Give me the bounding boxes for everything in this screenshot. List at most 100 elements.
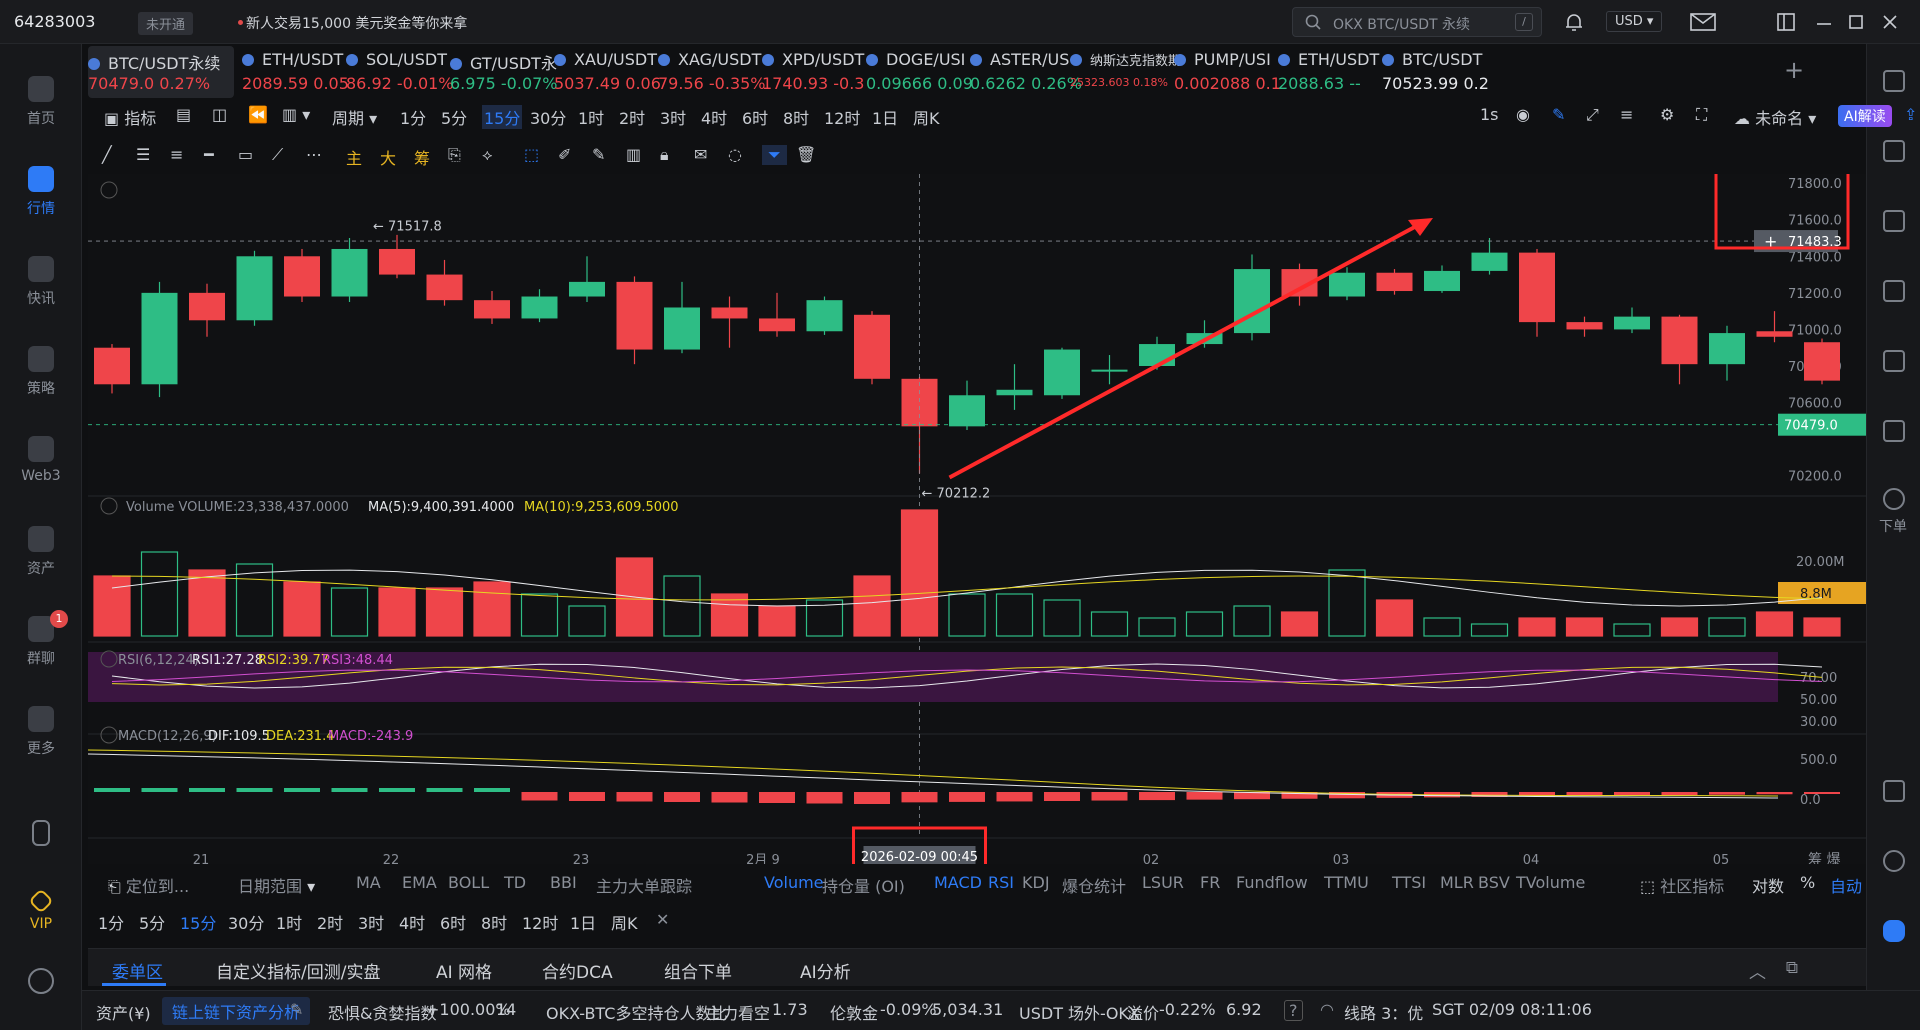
cursor-icon[interactable]: ⬚ xyxy=(524,145,539,164)
chart-icon[interactable] xyxy=(1883,350,1905,372)
timeframe-8[interactable]: 6时 xyxy=(742,105,768,129)
quick-timeframe-9[interactable]: 8时 xyxy=(481,910,507,934)
quick-timeframe-0[interactable]: 1分 xyxy=(98,910,124,934)
long-short-label[interactable]: OKX-BTC多空持仓人数比 xyxy=(546,1000,727,1024)
close-icon[interactable] xyxy=(1880,12,1900,32)
main-indicator-5[interactable]: 主力大单跟踪 xyxy=(596,873,692,897)
timeframe-3[interactable]: 30分 xyxy=(530,105,566,129)
sub-indicator-4[interactable]: KDJ xyxy=(1022,873,1050,892)
date-range-select[interactable]: 日期范围 ▾ xyxy=(238,873,315,897)
timeframe-7[interactable]: 4时 xyxy=(701,105,727,129)
timeframe-0[interactable]: 1分 xyxy=(400,105,426,129)
grid-icon[interactable] xyxy=(1883,70,1905,92)
order-label[interactable]: 下单 xyxy=(1879,516,1907,536)
sidebar-item-assets[interactable]: 资产 xyxy=(0,526,82,578)
share-icon[interactable]: ⇪ xyxy=(1904,105,1917,124)
chip-tool[interactable]: 筹 xyxy=(414,145,430,169)
quick-timeframe-12[interactable]: 周K xyxy=(611,910,638,934)
bottom-tab-0[interactable]: 委单区 xyxy=(112,958,163,983)
quick-timeframe-10[interactable]: 12时 xyxy=(522,910,558,934)
settings-list-icon[interactable]: ≡ xyxy=(1620,105,1633,124)
ticker-tab[interactable]: 纳斯达克指数期 25323.603 0.18% xyxy=(1070,46,1181,98)
quick-timeframe-11[interactable]: 1日 xyxy=(570,910,596,934)
quick-timeframe-6[interactable]: 3时 xyxy=(358,910,384,934)
trendline-icon[interactable]: ╱ xyxy=(102,145,112,164)
horizontal-lines-icon[interactable]: ≡ xyxy=(170,145,183,164)
ticker-tab[interactable]: BTC/USDT 70523.99 0.2 xyxy=(1382,46,1489,98)
quick-timeframe-5[interactable]: 2时 xyxy=(317,910,343,934)
note-icon[interactable]: ✉ xyxy=(694,145,707,164)
ticker-tab[interactable]: XAU/USDT 5037.49 0.06 xyxy=(554,46,661,98)
chart-type-icon[interactable]: ▥ ▾ xyxy=(282,105,310,124)
sidebar-item-chat[interactable]: 1 群聊 xyxy=(0,610,82,668)
help-icon[interactable]: ? xyxy=(1284,1000,1303,1021)
sub-indicator-9[interactable]: TTMU xyxy=(1324,873,1369,892)
sub-indicator-12[interactable]: BSV xyxy=(1478,873,1510,892)
user-id[interactable]: 64283003 xyxy=(14,12,95,31)
rectangle-icon[interactable]: ▭ xyxy=(238,145,253,164)
sidebar-item-more[interactable]: 更多 xyxy=(0,706,82,758)
timeframe-4[interactable]: 1时 xyxy=(578,105,604,129)
chart-canvas[interactable]: 71800.071600.071400.071200.071000.070800… xyxy=(87,162,1866,878)
sub-indicator-5[interactable]: 爆仓统计 xyxy=(1062,873,1126,897)
sub-indicator-2[interactable]: MACD xyxy=(934,873,982,892)
assets-label[interactable]: 资产(¥) xyxy=(96,1000,151,1024)
layout-icon[interactable] xyxy=(1883,780,1905,802)
sidebar-item-news[interactable]: 快讯 xyxy=(0,256,82,308)
camera-icon[interactable]: ◉ xyxy=(1516,105,1530,124)
sidebar-item-settings[interactable] xyxy=(0,968,82,1000)
log-scale-toggle[interactable]: 对数 xyxy=(1752,873,1784,897)
sub-indicator-0[interactable]: Volume xyxy=(764,873,824,892)
ray-icon[interactable]: ⟋ xyxy=(272,145,283,165)
sub-indicator-7[interactable]: FR xyxy=(1200,873,1220,892)
ai-interpret-button[interactable]: AI解读 xyxy=(1838,105,1892,127)
main-indicator-3[interactable]: TD xyxy=(504,873,526,892)
bottom-tab-5[interactable]: AI分析 xyxy=(800,958,851,983)
quick-timeframe-8[interactable]: 6时 xyxy=(440,910,466,934)
sub-indicator-13[interactable]: TVolume xyxy=(1516,873,1585,892)
timeframe-9[interactable]: 8时 xyxy=(783,105,809,129)
bell-icon[interactable] xyxy=(1563,11,1585,33)
quick-timeframe-1[interactable]: 5分 xyxy=(139,910,165,934)
bottom-tab-2[interactable]: AI 网格 xyxy=(436,958,492,983)
ticker-tab[interactable]: BTC/USDT永续 70479.0 0.27% xyxy=(88,46,234,98)
sub-indicator-8[interactable]: Fundflow xyxy=(1236,873,1308,892)
signal-icon[interactable] xyxy=(1883,280,1905,302)
fullscreen-icon[interactable]: ⤢ xyxy=(1586,105,1599,125)
ticker-tab[interactable]: ETH/USDT 2089.59 0.05 xyxy=(242,46,349,98)
main-chart[interactable]: 71800.071600.071400.071200.071000.070800… xyxy=(87,162,1866,878)
chain-analysis-button[interactable]: 链上链下资产分析 xyxy=(162,997,311,1025)
snapshot-icon[interactable]: ⎘ xyxy=(448,145,461,165)
bottom-tab-1[interactable]: 自定义指标/回测/实盘 xyxy=(216,958,380,983)
expand-icon[interactable]: ⛶ xyxy=(1696,105,1707,125)
auto-scale-toggle[interactable]: 自动 xyxy=(1830,873,1862,897)
locate-button[interactable]: ⎗ 定位到... xyxy=(108,873,189,897)
replay-icon[interactable]: ⏪ xyxy=(248,105,268,124)
minimize-icon[interactable] xyxy=(1814,12,1834,32)
sidebar-item-strategy[interactable]: 策略 xyxy=(0,346,82,398)
popout-icon[interactable] xyxy=(1776,12,1796,32)
filter-icon[interactable]: ⏷ xyxy=(762,145,787,165)
main-indicator-4[interactable]: BBI xyxy=(550,873,577,892)
sidebar-item-mobile[interactable] xyxy=(0,820,82,852)
brush-icon[interactable]: ✎ xyxy=(592,145,605,164)
timeframe-2[interactable]: 15分 xyxy=(482,105,523,129)
sub-indicator-1[interactable]: 持仓量 (OI) xyxy=(822,873,905,897)
ticker-tab[interactable]: PUMP/USI 0.002088 0.1 xyxy=(1174,46,1281,98)
mail-icon[interactable] xyxy=(1690,12,1716,32)
ruler-icon[interactable]: ✐ xyxy=(558,145,571,164)
more-tools-icon[interactable]: ⋯ xyxy=(306,145,322,164)
eye-icon[interactable]: ◌ xyxy=(728,145,742,164)
bottom-tab-4[interactable]: 组合下单 xyxy=(664,958,732,983)
quick-timeframe-4[interactable]: 1时 xyxy=(276,910,302,934)
sub-indicator-11[interactable]: MLR xyxy=(1440,873,1474,892)
layout-name-select[interactable]: ☁ 未命名 ▾ xyxy=(1734,105,1816,129)
calendar-icon[interactable]: ▤ xyxy=(176,105,191,124)
main-indicator-0[interactable]: MA xyxy=(356,873,381,892)
timeframe-1[interactable]: 5分 xyxy=(441,105,467,129)
sub-indicator-3[interactable]: RSI xyxy=(988,873,1014,892)
dollar-icon[interactable] xyxy=(1883,210,1905,232)
currency-select[interactable]: USD ▾ xyxy=(1606,11,1663,32)
ticker-tab[interactable]: ASTER/US 0.6262 0.26% xyxy=(970,46,1082,98)
trash-icon[interactable]: 🗑︎ xyxy=(796,145,816,164)
